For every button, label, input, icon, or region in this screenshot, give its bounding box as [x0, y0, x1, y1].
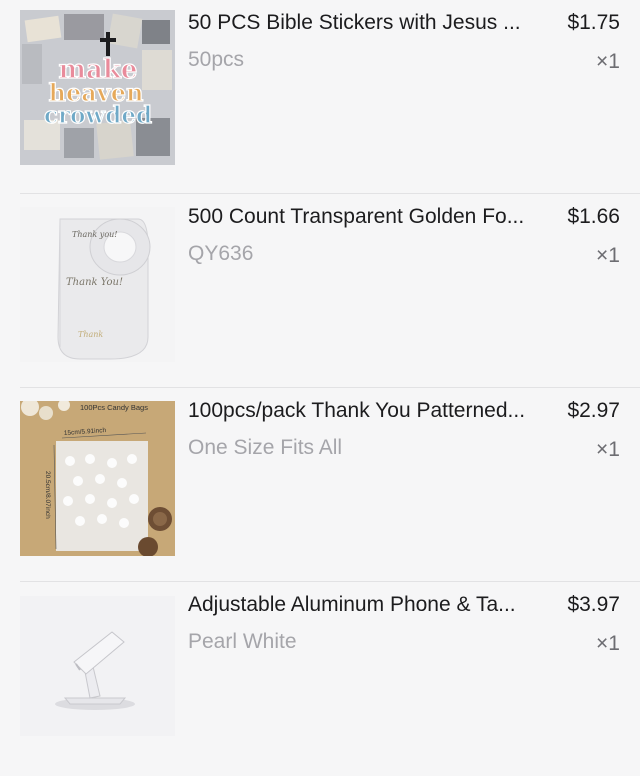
item-variant[interactable]: Pearl White [188, 629, 297, 655]
cart-item[interactable]: Thank you! Thank You! Thank 500 Count Tr… [0, 194, 640, 388]
product-thumbnail-stickers[interactable]: make heaven crowded [20, 10, 175, 165]
stickers-image: make heaven crowded [20, 10, 175, 165]
roll-text-mid: Thank You! [66, 277, 123, 288]
item-title[interactable]: 500 Count Transparent Golden Fo... [188, 204, 554, 230]
item-quantity: ×1 [596, 632, 620, 655]
product-thumbnail-phone-stand[interactable] [20, 596, 175, 736]
item-variant[interactable]: QY636 [188, 241, 253, 267]
item-quantity: ×1 [596, 244, 620, 267]
item-quantity: ×1 [596, 50, 620, 73]
product-thumbnail-candy-bags[interactable]: 100Pcs Candy Bags 15cm/5.91inch 20.5cm/8… [20, 401, 175, 556]
cart-item[interactable]: Adjustable Aluminum Phone & Ta... $3.97 … [0, 582, 640, 776]
item-variant[interactable]: 50pcs [188, 47, 244, 73]
candy-bags-label: 100Pcs Candy Bags [80, 403, 148, 412]
item-price: $3.97 [567, 593, 620, 616]
item-title[interactable]: 50 PCS Bible Stickers with Jesus ... [188, 10, 554, 36]
product-thumbnail-sticker-roll[interactable]: Thank you! Thank You! Thank [20, 207, 175, 362]
sticker-roll-image: Thank you! Thank You! Thank [20, 207, 175, 362]
cart-item-list: make heaven crowded 50 PCS Bible Sticker… [0, 0, 640, 736]
roll-text-top: Thank you! [72, 230, 118, 239]
height-label: 20.5cm/8.07inch [44, 471, 51, 519]
item-variant[interactable]: One Size Fits All [188, 435, 342, 461]
cart-item[interactable]: 100Pcs Candy Bags 15cm/5.91inch 20.5cm/8… [0, 388, 640, 582]
candy-bags-image: 100Pcs Candy Bags 15cm/5.91inch 20.5cm/8… [20, 401, 175, 556]
cart-item[interactable]: make heaven crowded 50 PCS Bible Sticker… [0, 0, 640, 194]
item-price: $1.75 [567, 11, 620, 34]
item-quantity: ×1 [596, 438, 620, 461]
roll-text-low: Thank [78, 330, 103, 339]
item-title[interactable]: 100pcs/pack Thank You Patterned... [188, 398, 554, 424]
phone-stand-image [20, 596, 175, 736]
item-price: $2.97 [567, 399, 620, 422]
item-title[interactable]: Adjustable Aluminum Phone & Ta... [188, 592, 554, 618]
sticker-line-3: crowded [44, 102, 152, 129]
item-price: $1.66 [567, 205, 620, 228]
